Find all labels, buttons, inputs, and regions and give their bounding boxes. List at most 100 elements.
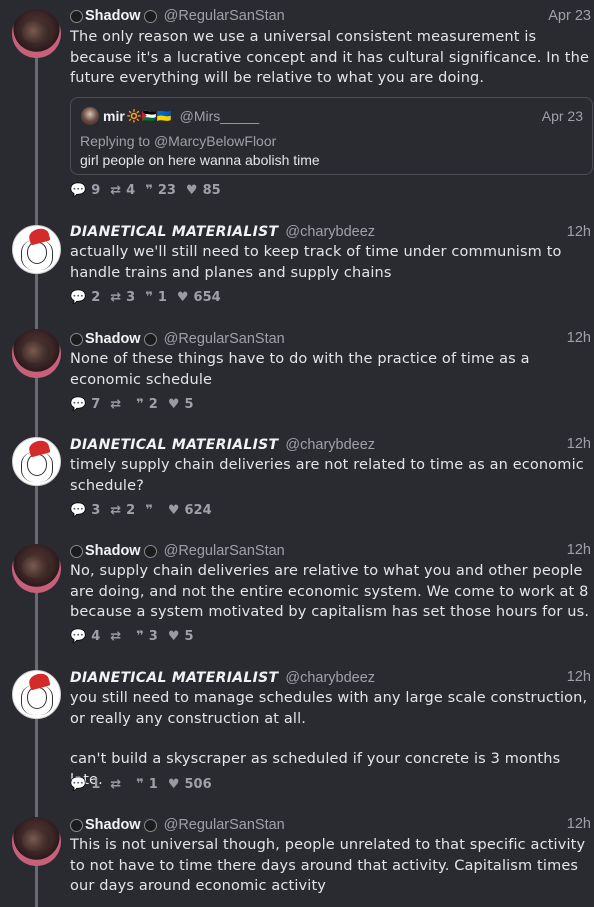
- reply-button[interactable]: 💬 4: [70, 629, 100, 644]
- author-handle[interactable]: @RegularSanStan: [164, 331, 285, 347]
- quote-author-handle: @Mirs_____: [179, 108, 260, 124]
- quote-button[interactable]: ❞ 2: [136, 397, 158, 412]
- status-dot-icon: [70, 818, 83, 832]
- status-dot-icon: [70, 9, 83, 23]
- post[interactable]: Shadow @RegularSanStan 12h No, supply ch…: [0, 541, 594, 656]
- post-header: Shadow @RegularSanStan: [70, 815, 594, 835]
- repost-count: 2: [126, 503, 136, 518]
- repost-button[interactable]: ⇄: [110, 629, 126, 644]
- speech-bubble-icon: 💬: [70, 183, 87, 198]
- reply-count: 9: [91, 183, 101, 198]
- repost-arrows-icon: ⇄: [110, 183, 122, 198]
- repost-arrows-icon: ⇄: [110, 397, 122, 412]
- post[interactable]: Shadow @RegularSanStan 12h None of these…: [0, 329, 594, 419]
- post-time[interactable]: 12h: [567, 816, 591, 832]
- status-dot-icon: [143, 818, 157, 832]
- quote-button[interactable]: ❞ 1: [145, 290, 167, 305]
- author-handle[interactable]: @RegularSanStan: [164, 817, 285, 833]
- repost-arrows-icon: ⇄: [110, 629, 122, 644]
- like-button[interactable]: ♥ 5: [168, 629, 194, 644]
- post-text: No, supply chain deliveries are relative…: [70, 563, 590, 620]
- quote-button[interactable]: ❞ 1: [136, 777, 158, 792]
- reply-button[interactable]: 💬 3: [70, 503, 100, 518]
- author-name[interactable]: DIANETICAL MATERIALIST: [70, 224, 278, 240]
- reply-button[interactable]: 💬 2: [70, 290, 100, 305]
- post[interactable]: Shadow @RegularSanStan 12h This is not u…: [0, 815, 594, 907]
- post[interactable]: DIANETICAL MATERIALIST @charybdeez 12h t…: [0, 435, 594, 525]
- quote-marks-icon: ❞: [136, 777, 144, 792]
- quote-marks-icon: ❞: [145, 290, 153, 305]
- heart-icon: ♥: [167, 503, 180, 518]
- author-handle[interactable]: @RegularSanStan: [164, 8, 285, 24]
- quote-text: girl people on here wanna abolish time: [80, 152, 320, 168]
- heart-icon: ♥: [167, 397, 180, 412]
- post-time[interactable]: 12h: [567, 436, 591, 452]
- quote-marks-icon: ❞: [145, 183, 153, 198]
- like-button[interactable]: ♥ 654: [177, 290, 221, 305]
- speech-bubble-icon: 💬: [70, 777, 87, 792]
- author-handle[interactable]: @charybdeez: [285, 224, 375, 240]
- repost-button[interactable]: ⇄: [110, 777, 126, 792]
- author-name[interactable]: Shadow: [85, 543, 141, 559]
- quote-button[interactable]: ❞ 3: [136, 629, 158, 644]
- like-button[interactable]: ♥ 624: [168, 503, 212, 518]
- reply-count: 1: [91, 777, 101, 792]
- repost-button[interactable]: ⇄: [110, 397, 126, 412]
- replying-mention[interactable]: @MarcyBelowFloor: [154, 133, 276, 149]
- post-time[interactable]: 12h: [567, 224, 591, 240]
- post-time[interactable]: Apr 23: [548, 8, 591, 24]
- like-count: 506: [184, 777, 212, 792]
- avatar[interactable]: [12, 817, 61, 866]
- post[interactable]: Shadow @RegularSanStan Apr 23 The only r…: [0, 6, 594, 206]
- avatar[interactable]: [12, 225, 61, 274]
- post-header: DIANETICAL MATERIALIST @charybdeez: [70, 668, 594, 688]
- author-handle[interactable]: @RegularSanStan: [164, 543, 285, 559]
- author-name[interactable]: Shadow: [85, 331, 141, 347]
- like-button[interactable]: ♥ 506: [168, 777, 212, 792]
- post-time[interactable]: 12h: [567, 669, 591, 685]
- post-header: Shadow @RegularSanStan: [70, 6, 594, 26]
- author-name[interactable]: DIANETICAL MATERIALIST: [70, 437, 278, 453]
- like-button[interactable]: ♥ 85: [186, 183, 221, 198]
- repost-button[interactable]: ⇄ 2: [110, 503, 135, 518]
- post[interactable]: DIANETICAL MATERIALIST @charybdeez 12h a…: [0, 222, 594, 312]
- author-handle[interactable]: @charybdeez: [285, 437, 375, 453]
- quote-marks-icon: ❞: [136, 397, 144, 412]
- repost-button[interactable]: ⇄ 3: [110, 290, 135, 305]
- post-time[interactable]: 12h: [567, 330, 591, 346]
- post-text: you still need to manage schedules with …: [70, 690, 588, 727]
- post-actions: 💬 4 ⇄ ❞ 3 ♥ 5: [70, 629, 204, 644]
- author-handle[interactable]: @charybdeez: [285, 670, 375, 686]
- reply-count: 7: [91, 397, 101, 412]
- avatar[interactable]: [12, 670, 61, 719]
- like-count: 5: [184, 397, 194, 412]
- avatar[interactable]: [12, 437, 61, 486]
- speech-bubble-icon: 💬: [70, 290, 87, 305]
- author-name[interactable]: DIANETICAL MATERIALIST: [70, 670, 278, 686]
- like-count: 624: [184, 503, 212, 518]
- avatar[interactable]: [12, 9, 61, 58]
- repost-arrows-icon: ⇄: [110, 777, 122, 792]
- reply-button[interactable]: 💬 1: [70, 777, 100, 792]
- post-header: DIANETICAL MATERIALIST @charybdeez: [70, 222, 594, 242]
- reply-button[interactable]: 💬 7: [70, 397, 100, 412]
- avatar[interactable]: [12, 544, 61, 593]
- status-dot-icon: [143, 544, 157, 558]
- quote-marks-icon: ❞: [145, 503, 153, 518]
- reply-button[interactable]: 💬 9: [70, 183, 100, 198]
- author-name[interactable]: Shadow: [85, 817, 141, 833]
- post[interactable]: DIANETICAL MATERIALIST @charybdeez 12h y…: [0, 668, 594, 803]
- quote-count: 23: [157, 183, 176, 198]
- quote-button[interactable]: ❞ 23: [145, 183, 176, 198]
- quoted-post[interactable]: mir 🔆🇵🇸🇺🇦 @Mirs_____ Apr 23 Replying to …: [70, 97, 593, 175]
- reply-count: 2: [91, 290, 101, 305]
- quote-button[interactable]: ❞: [145, 503, 158, 518]
- like-button[interactable]: ♥ 5: [168, 397, 194, 412]
- author-name[interactable]: Shadow: [85, 8, 141, 24]
- speech-bubble-icon: 💬: [70, 503, 87, 518]
- post-time[interactable]: 12h: [567, 542, 591, 558]
- avatar[interactable]: [12, 329, 61, 378]
- repost-arrows-icon: ⇄: [110, 503, 122, 518]
- repost-button[interactable]: ⇄ 4: [110, 183, 135, 198]
- quote-replying-to: Replying to @MarcyBelowFloor: [80, 133, 276, 149]
